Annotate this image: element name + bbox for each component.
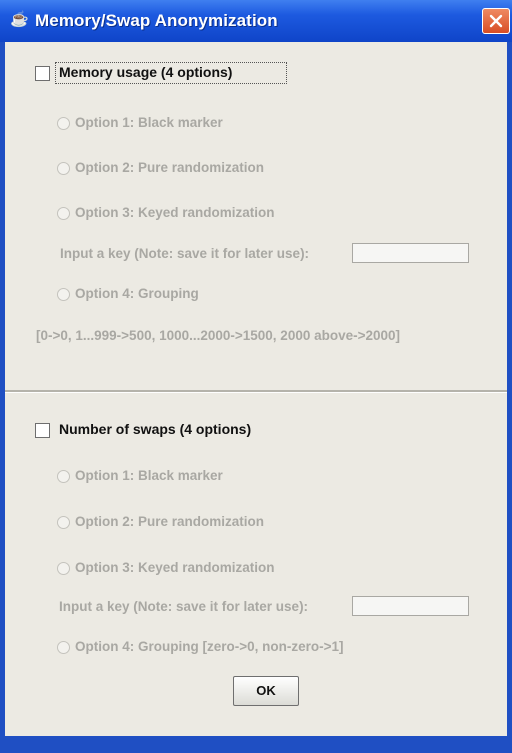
option-label: Option 4: Grouping [zero->0, non-zero->1… — [75, 639, 344, 654]
radio-button[interactable] — [57, 562, 70, 575]
radio-button[interactable] — [57, 117, 70, 130]
swaps-key-prompt: Input a key (Note: save it for later use… — [59, 599, 309, 614]
title-bar[interactable]: ☕ Memory/Swap Anonymization — [0, 0, 512, 42]
section-divider — [5, 390, 507, 393]
swaps-key-input[interactable] — [352, 596, 469, 616]
dialog-content: Memory usage (4 options) Option 1: Black… — [5, 42, 507, 736]
memory-key-input[interactable] — [352, 243, 469, 263]
option-label: Option 3: Keyed randomization — [75, 205, 275, 220]
close-button[interactable] — [482, 8, 510, 34]
ok-button[interactable]: OK — [233, 676, 299, 706]
radio-button[interactable] — [57, 288, 70, 301]
memory-usage-checkbox[interactable] — [35, 66, 50, 81]
memory-usage-label: Memory usage (4 options) — [59, 64, 233, 80]
option-label: Option 2: Pure randomization — [75, 160, 265, 175]
window-bottom-border — [0, 736, 512, 753]
option-label: Option 1: Black marker — [75, 468, 223, 483]
option-label: Option 1: Black marker — [75, 115, 223, 130]
radio-button[interactable] — [57, 207, 70, 220]
number-of-swaps-label: Number of swaps (4 options) — [59, 421, 252, 437]
close-icon — [489, 14, 503, 28]
radio-button[interactable] — [57, 470, 70, 483]
java-cup-icon: ☕ — [10, 11, 29, 28]
memory-grouping-rule: [0->0, 1...999->500, 1000...2000->1500, … — [36, 328, 401, 343]
window-title: Memory/Swap Anonymization — [35, 11, 278, 30]
dialog-window: ☕ Memory/Swap Anonymization Memory usage… — [0, 0, 512, 753]
radio-button[interactable] — [57, 641, 70, 654]
radio-button[interactable] — [57, 516, 70, 529]
option-label: Option 3: Keyed randomization — [75, 560, 275, 575]
option-label: Option 2: Pure randomization — [75, 514, 265, 529]
radio-button[interactable] — [57, 162, 70, 175]
memory-key-prompt: Input a key (Note: save it for later use… — [60, 246, 310, 261]
number-of-swaps-checkbox[interactable] — [35, 423, 50, 438]
option-label: Option 4: Grouping — [75, 286, 199, 301]
